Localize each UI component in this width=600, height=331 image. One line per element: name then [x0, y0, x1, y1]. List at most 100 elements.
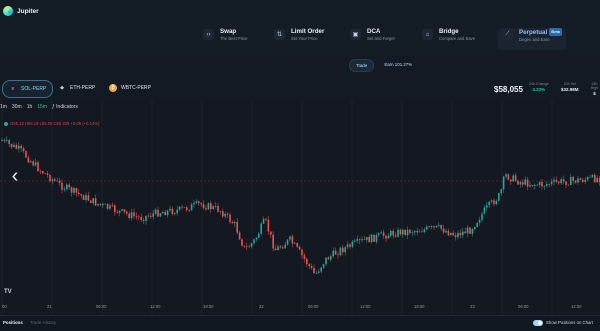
candle-body — [584, 179, 586, 182]
candle-body — [500, 189, 502, 194]
candle-body — [51, 179, 54, 182]
candle-body — [200, 203, 202, 205]
candle-body — [447, 230, 450, 236]
market-eth-perp[interactable]: ◆ ETH-PERP — [52, 80, 101, 96]
tradingview-logo-icon: TV — [4, 289, 12, 295]
candle-body — [286, 239, 289, 245]
candle-body — [118, 210, 121, 213]
candle-body — [121, 209, 123, 211]
candle-body — [138, 216, 140, 218]
candle-body — [34, 162, 37, 166]
candle-body — [130, 212, 133, 219]
candle-body — [327, 257, 330, 260]
candle-body — [274, 248, 277, 251]
nav-title: Bridge — [439, 28, 459, 35]
candle-body — [32, 161, 34, 166]
candle-body — [238, 232, 241, 240]
candle-body — [289, 236, 291, 240]
candle-body — [346, 244, 349, 248]
candle-body — [109, 205, 111, 209]
show-positions-toggle[interactable] — [533, 320, 543, 326]
price-chart[interactable] — [0, 100, 600, 315]
candle-body — [111, 205, 114, 206]
chevron-left-icon[interactable]: ‹ — [5, 165, 25, 187]
candle-body — [193, 202, 195, 205]
tab-trade-history[interactable]: Trade History — [30, 320, 56, 325]
candle-body — [166, 210, 169, 216]
candle-body — [106, 203, 109, 209]
candle-body — [471, 229, 474, 234]
candle-body — [128, 213, 130, 219]
candle-body — [522, 182, 524, 185]
candle-body — [310, 266, 313, 268]
candle-body — [133, 212, 135, 217]
nav-subtitle: The Best Price — [220, 36, 248, 41]
candle-body — [452, 232, 454, 236]
candle-body — [171, 208, 174, 215]
indicators-button[interactable]: ƒ Indicators — [52, 104, 78, 110]
candle-body — [550, 181, 553, 185]
candle-body — [22, 148, 25, 152]
market-wbtc-perp[interactable]: ₿ WBTC-PERP — [103, 80, 157, 96]
candle-body — [231, 221, 234, 224]
candle-body — [15, 144, 18, 149]
candle-body — [135, 216, 138, 217]
candle-body — [344, 247, 346, 253]
nav-limit-order[interactable]: ⇅ Limit Order Set Your Price — [274, 28, 324, 50]
interval-1h[interactable]: 1h — [27, 104, 33, 110]
nav-dca[interactable]: ▣ DCA Set and Forget — [350, 28, 395, 50]
candle-body — [390, 230, 392, 236]
candle-body — [591, 174, 594, 178]
candle-body — [325, 257, 327, 265]
interval-1m[interactable]: 1m — [0, 104, 7, 110]
candle-body — [462, 231, 464, 236]
interval-15m[interactable]: 15m — [37, 104, 47, 110]
nav-swap[interactable]: ‹› Swap The Best Price — [203, 28, 247, 50]
interval-30m[interactable]: 30m — [12, 104, 22, 110]
stat-value: 4.22% — [532, 87, 546, 92]
nav-title-text: Perpetual — [519, 29, 548, 36]
nav-perpetual[interactable]: ⟋ Perpetual Beta Degen and Earn — [498, 28, 566, 50]
candle-body — [368, 237, 370, 243]
candle-body — [54, 179, 56, 181]
candle-body — [370, 234, 373, 243]
eth-icon: ◆ — [60, 85, 64, 91]
nav-bridge[interactable]: ⌂ Bridge Compare and Save — [422, 28, 475, 50]
candle-body — [392, 230, 394, 236]
candle-body — [577, 178, 579, 183]
candle-body — [507, 174, 510, 180]
tab-earn[interactable]: Earn 101.27% — [378, 59, 418, 72]
market-label: WBTC-PERP — [121, 85, 151, 91]
market-sol-perp[interactable]: ≡ SOL-PERP — [2, 80, 54, 98]
dca-icon: ▣ — [350, 29, 361, 40]
candle-body — [147, 215, 150, 217]
candle-body — [313, 267, 315, 274]
footer-bar: Positions Trade History Show Positions o… — [0, 315, 600, 331]
candle-body — [181, 206, 183, 208]
brand[interactable]: Jupiter — [3, 6, 39, 16]
candle-body — [426, 226, 428, 230]
candle-body — [502, 176, 505, 190]
candle-body — [363, 239, 366, 240]
candle-body — [80, 194, 82, 196]
bridge-icon: ⌂ — [422, 29, 433, 40]
candle-body — [334, 250, 337, 255]
candlestick-chart[interactable] — [0, 100, 600, 315]
candle-body — [94, 198, 97, 206]
candle-body — [116, 212, 118, 213]
nav-subtitle: Compare and Save — [439, 36, 476, 41]
candle-body — [459, 232, 462, 236]
candle-body — [42, 171, 44, 174]
tab-trade[interactable]: Trade — [349, 59, 375, 72]
candle-body — [99, 203, 102, 206]
candle-body — [586, 177, 589, 180]
candle-body — [560, 179, 562, 184]
candle-body — [435, 225, 438, 228]
tab-positions[interactable]: Positions — [3, 320, 23, 325]
candle-body — [140, 216, 142, 220]
candle-body — [306, 258, 308, 265]
stat-24h-high: 24h High $ — [589, 82, 600, 96]
candle-body — [320, 267, 322, 272]
candle-body — [44, 173, 46, 174]
candle-body — [260, 223, 262, 234]
